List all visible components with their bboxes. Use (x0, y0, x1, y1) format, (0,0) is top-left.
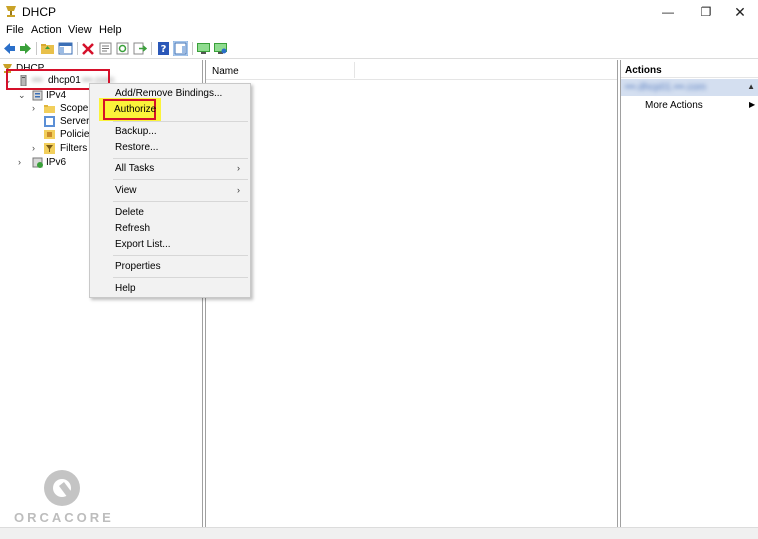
toolbar-separator (77, 42, 78, 55)
menu-separator (113, 158, 248, 159)
menu-properties[interactable]: Properties (115, 261, 161, 272)
actions-selected-label: •••.dhcp01.•••.com (625, 82, 707, 93)
properties-icon[interactable] (98, 41, 113, 56)
svg-text:?: ? (161, 44, 167, 55)
up-folder-icon[interactable] (40, 41, 55, 56)
chevron-right-icon[interactable]: ▶ (749, 100, 755, 109)
folder-icon (44, 105, 55, 113)
dhcp-app-icon (6, 6, 16, 17)
chevron-right-icon: › (237, 185, 240, 195)
delete-icon[interactable] (81, 41, 96, 56)
actions-title: Actions (625, 65, 662, 76)
menu-view[interactable]: View (115, 185, 137, 196)
chevron-right-icon: › (237, 163, 240, 173)
toolbar-separator (192, 42, 193, 55)
chevron-right-icon[interactable]: › (32, 142, 35, 155)
menu-separator (113, 179, 248, 180)
toolbar: ? (0, 39, 758, 59)
chevron-right-icon[interactable]: › (32, 102, 35, 115)
actions-pane: Actions •••.dhcp01.•••.com ▲ More Action… (620, 60, 758, 527)
minimize-button[interactable]: — (652, 0, 684, 24)
title-bar: DHCP — ❐ ✕ (0, 0, 758, 24)
close-button[interactable]: ✕ (724, 0, 756, 24)
results-pane[interactable]: Name (205, 60, 618, 527)
show-hide-action-pane-icon[interactable] (173, 41, 188, 56)
menu-file[interactable]: File (6, 24, 24, 36)
chevron-down-icon[interactable]: ⌄ (18, 89, 26, 102)
ipv6-icon (32, 157, 43, 168)
tree-label: IPv6 (46, 157, 67, 168)
menu-all-tasks[interactable]: All Tasks (115, 163, 154, 174)
menu-help[interactable]: Help (99, 24, 122, 36)
actions-selected-header[interactable]: •••.dhcp01.•••.com ▲ (621, 79, 758, 96)
menu-authorize[interactable]: Authorize (114, 104, 156, 115)
column-divider[interactable] (354, 62, 355, 78)
menu-delete[interactable]: Delete (115, 207, 144, 218)
back-icon[interactable] (2, 41, 17, 56)
menu-help[interactable]: Help (115, 283, 136, 294)
window-title: DHCP (22, 5, 57, 19)
monitor-settings-icon[interactable] (213, 41, 228, 56)
actions-header: Actions (621, 60, 758, 78)
toolbar-separator (151, 42, 152, 55)
server-options-icon (44, 116, 55, 127)
collapse-up-icon[interactable]: ▲ (747, 82, 755, 91)
menu-restore[interactable]: Restore... (115, 142, 158, 153)
refresh-icon[interactable] (115, 41, 130, 56)
more-actions-link[interactable]: More Actions (645, 100, 703, 111)
menu-action[interactable]: Action (31, 24, 62, 36)
menu-bar: File Action View Help (0, 23, 758, 39)
orcacore-logo-icon (44, 470, 80, 506)
menu-view[interactable]: View (68, 24, 92, 36)
chevron-right-icon[interactable]: › (18, 156, 21, 169)
tree-label: Filters (60, 143, 88, 154)
menu-export-list[interactable]: Export List... (115, 239, 171, 250)
show-hide-tree-icon[interactable] (58, 41, 73, 56)
status-bar (0, 527, 758, 539)
filters-icon (44, 143, 55, 154)
forward-icon[interactable] (18, 41, 33, 56)
menu-backup[interactable]: Backup... (115, 126, 157, 137)
menu-separator (113, 121, 248, 122)
menu-refresh[interactable]: Refresh (115, 223, 150, 234)
watermark-text: ORCACORE (14, 510, 114, 525)
ipv4-icon (32, 90, 43, 101)
monitor-icon[interactable] (196, 41, 211, 56)
menu-separator (113, 201, 248, 202)
list-header: Name (206, 60, 617, 80)
policies-icon (44, 130, 55, 139)
orcacore-watermark: ORCACORE (14, 468, 114, 525)
maximize-button[interactable]: ❐ (690, 0, 722, 24)
menu-separator (113, 277, 248, 278)
column-name-header[interactable]: Name (212, 66, 239, 77)
toolbar-separator (36, 42, 37, 55)
menu-separator (113, 255, 248, 256)
tree-label: IPv4 (46, 90, 67, 101)
export-list-icon[interactable] (132, 41, 147, 56)
help-icon[interactable]: ? (156, 41, 171, 56)
